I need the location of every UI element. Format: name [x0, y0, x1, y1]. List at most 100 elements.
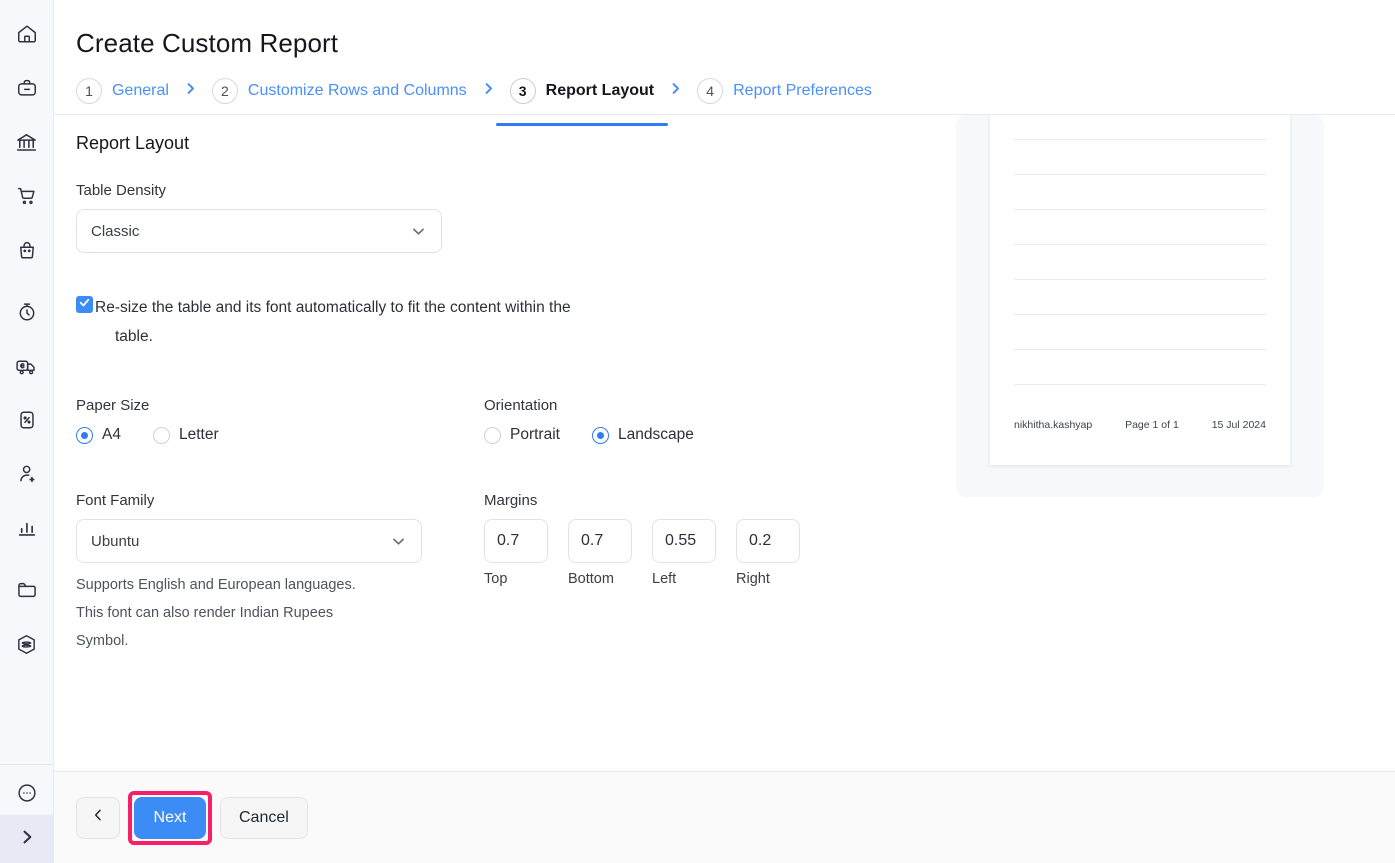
bag-icon: [16, 239, 38, 261]
margins-inputs: 0.7 Top 0.7 Bottom 0.55 Left: [484, 519, 894, 587]
radio-label: Portrait: [510, 426, 560, 444]
paper-size-radios: A4 Letter: [76, 426, 484, 444]
margin-right-input[interactable]: 0.2: [736, 519, 800, 563]
margin-bottom: 0.7 Bottom: [568, 519, 632, 587]
sidebar-item-purchases[interactable]: [7, 230, 47, 270]
preview-line: [1014, 279, 1266, 280]
paper-size-label: Paper Size: [76, 397, 484, 414]
radio-orientation-portrait[interactable]: Portrait: [484, 426, 560, 444]
next-button[interactable]: Next: [134, 797, 206, 839]
margin-top-caption: Top: [484, 571, 548, 587]
step-separator: [668, 81, 683, 115]
font-help-line3: Symbol.: [76, 627, 406, 655]
sidebar-item-time-tracking[interactable]: [7, 292, 47, 332]
sidebar-item-eway-bill[interactable]: [7, 346, 47, 386]
radio-orientation-landscape[interactable]: Landscape: [592, 426, 694, 444]
timer-icon: [16, 301, 38, 323]
font-help-line1: Supports English and European languages.: [76, 571, 406, 599]
step-number: 1: [76, 78, 102, 104]
radio-paper-a4[interactable]: A4: [76, 426, 121, 444]
resize-table-label: Re-size the table and its font automatic…: [95, 293, 571, 351]
chevron-down-icon: [390, 533, 407, 550]
orientation-label: Orientation: [484, 397, 894, 414]
font-family-help: Supports English and European languages.…: [76, 571, 406, 655]
resize-label-line1: Re-size the table and its font automatic…: [95, 299, 571, 316]
radio-label: Letter: [179, 426, 219, 444]
sidebar-item-help[interactable]: [7, 775, 47, 815]
check-icon: [78, 296, 91, 314]
sidebar-item-accounting[interactable]: [7, 68, 47, 108]
wizard-footer: Next Cancel: [54, 771, 1395, 863]
cancel-button[interactable]: Cancel: [220, 797, 308, 839]
bank-icon: [15, 131, 38, 154]
margins-label: Margins: [484, 492, 894, 509]
chevron-left-icon: [90, 807, 106, 828]
briefcase-icon: [16, 77, 38, 99]
chevron-right-icon: [481, 81, 496, 101]
preview-line: [1014, 174, 1266, 175]
orientation-group: Orientation Portrait Landscape: [484, 397, 894, 444]
delivery-truck-icon: [15, 355, 38, 378]
preview-line: [1014, 209, 1266, 210]
sidebar-item-home[interactable]: [7, 14, 47, 54]
margin-right: 0.2 Right: [736, 519, 800, 587]
step-number: 4: [697, 78, 723, 104]
bar-chart-icon: [16, 517, 38, 539]
preview-column: nikhitha.kashyap Page 1 of 1 15 Jul 2024: [894, 115, 1395, 863]
preview-line: [1014, 139, 1266, 140]
sidebar-icon-list: [7, 0, 47, 678]
margin-left: 0.55 Left: [652, 519, 716, 587]
margin-top-input[interactable]: 0.7: [484, 519, 548, 563]
resize-label-line2: table.: [95, 322, 571, 351]
step-label: Report Preferences: [733, 82, 872, 100]
radio-indicator: [76, 427, 93, 444]
sidebar-item-taxes[interactable]: [7, 400, 47, 440]
margin-right-caption: Right: [736, 571, 800, 587]
resize-table-checkbox[interactable]: [76, 296, 93, 313]
section-title: Report Layout: [76, 133, 894, 154]
app-root: Create Custom Report 1 General 2 Customi…: [0, 0, 1395, 863]
margin-bottom-input[interactable]: 0.7: [568, 519, 632, 563]
preview-line: [1014, 349, 1266, 350]
back-button[interactable]: [76, 797, 120, 839]
sidebar-item-sales[interactable]: [7, 176, 47, 216]
page-title: Create Custom Report: [54, 0, 1395, 59]
margin-top: 0.7 Top: [484, 519, 548, 587]
radio-paper-letter[interactable]: Letter: [153, 426, 219, 444]
sidebar-item-contacts[interactable]: [7, 454, 47, 494]
user-add-icon: [16, 463, 38, 485]
font-family-value: Ubuntu: [91, 533, 390, 550]
chevron-right-icon: [668, 81, 683, 101]
resize-table-checkbox-row[interactable]: Re-size the table and its font automatic…: [76, 293, 894, 351]
sidebar-item-reports[interactable]: [7, 508, 47, 548]
preview-page-footer: nikhitha.kashyap Page 1 of 1 15 Jul 2024: [1014, 419, 1266, 465]
table-density-select[interactable]: Classic: [76, 209, 442, 253]
radio-indicator: [484, 427, 501, 444]
sidebar-item-banking[interactable]: [7, 122, 47, 162]
sidebar-divider: [0, 764, 54, 765]
report-layout-form: Report Layout Table Density Classic: [54, 115, 894, 863]
report-preview-panel: nikhitha.kashyap Page 1 of 1 15 Jul 2024: [956, 115, 1324, 497]
sidebar-item-documents[interactable]: [7, 570, 47, 610]
sidebar: [0, 0, 54, 863]
sidebar-item-inventory[interactable]: [7, 624, 47, 664]
font-margins-row: Font Family Ubuntu Supports English and …: [76, 492, 894, 655]
preview-page: nikhitha.kashyap Page 1 of 1 15 Jul 2024: [990, 115, 1290, 465]
preview-footer-date: 15 Jul 2024: [1212, 419, 1266, 431]
margin-left-input[interactable]: 0.55: [652, 519, 716, 563]
radio-indicator: [592, 427, 609, 444]
chevron-down-icon: [410, 223, 427, 240]
step-label: General: [112, 82, 169, 100]
content-area: Report Layout Table Density Classic: [54, 115, 1395, 863]
radio-label: A4: [102, 426, 121, 444]
next-button-highlight: Next: [128, 791, 212, 845]
preview-footer-page: Page 1 of 1: [1125, 419, 1179, 431]
chevron-right-icon: [17, 827, 37, 852]
preview-footer-user: nikhitha.kashyap: [1014, 419, 1092, 431]
paper-size-group: Paper Size A4 Letter: [76, 397, 484, 444]
sidebar-expand-button[interactable]: [0, 815, 54, 863]
font-family-select[interactable]: Ubuntu: [76, 519, 422, 563]
margins-group: Margins 0.7 Top 0.7 Bottom 0.55: [484, 492, 894, 655]
help-circle-icon: [16, 782, 38, 809]
step-separator: [183, 81, 198, 115]
